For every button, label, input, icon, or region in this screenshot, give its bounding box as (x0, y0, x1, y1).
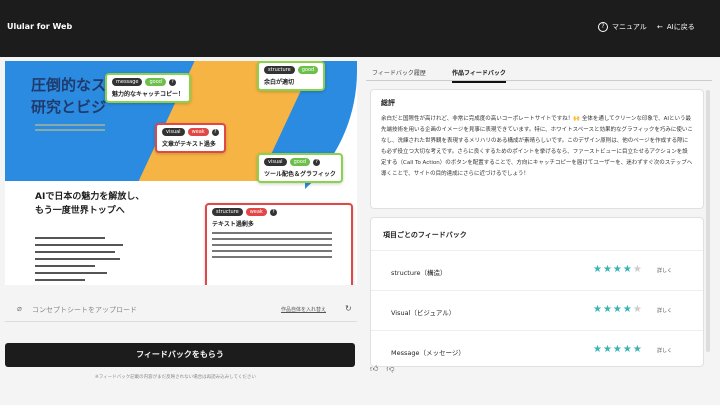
card-rating: weak (245, 208, 267, 216)
row-name: Message（メッセージ） (391, 349, 465, 357)
replace-work-link[interactable]: 作品自体を入れ替え (281, 306, 326, 313)
help-icon: ? (269, 208, 277, 216)
summary-card: 総評 余白だと国際性が高けれど、非常に完成度の高いコーポレートサイトですね！🙌 … (370, 89, 704, 209)
top-bar: Ulular for Web ? マニュアル ← AIに戻る (0, 0, 720, 57)
card-text: テキスト過剰多 (212, 221, 254, 228)
feedback-card[interactable]: visual weak? 文章がテキスト過多 (155, 123, 226, 153)
feedback-row[interactable]: Message（メッセージ） ★★★★★ 詳しく (371, 330, 703, 370)
summary-title: 総評 (381, 99, 395, 107)
thumbs-down-icon[interactable]: 👎︎ (386, 364, 394, 374)
preview-catchcopy: AIで日本の魅力を解放し、 もう一度世界トップへ (35, 192, 145, 216)
star-rating: ★★★★★ (593, 344, 643, 355)
help-icon: ? (168, 78, 176, 86)
refresh-icon[interactable]: ↻ (345, 304, 352, 313)
items-title: 項目ごとのフィードバック (383, 231, 467, 239)
footnote: ※フィードバック記載の内容がまだ反映されない場合は再読み込みしてください (95, 375, 256, 380)
preview-body-text (35, 237, 125, 285)
upload-placeholder: コンセプトシートをアップロード (32, 306, 137, 314)
detail-link[interactable]: 詳しく (657, 267, 672, 274)
back-label: AIに戻る (666, 23, 695, 31)
card-detail-lines (212, 232, 346, 258)
detail-link[interactable]: 詳しく (657, 307, 672, 314)
card-rating: good (289, 158, 311, 166)
feedback-card[interactable]: structure good 余白が適切 (257, 61, 326, 91)
rating-buttons: 👍︎ 👎︎ (370, 364, 395, 374)
design-preview: 圧倒的なス 研究とビジ AIで日本の魅力を解放し、 もう一度世界トップへ mes… (5, 61, 357, 285)
app-title: Ulular for Web (7, 22, 73, 31)
paperclip-icon: ⌀ (17, 304, 22, 313)
card-tag: visual (162, 128, 185, 136)
help-icon: ? (313, 158, 321, 166)
star-rating: ★★★★★ (593, 304, 643, 315)
card-text: 余白が適切 (264, 79, 295, 86)
card-tag: structure (264, 66, 295, 74)
tab-history[interactable]: フィードバック履歴 (372, 68, 426, 77)
card-tag: structure (212, 208, 243, 216)
preview-hero-sublines (35, 124, 115, 136)
question-icon: ? (598, 22, 608, 32)
help-icon: ? (211, 128, 219, 136)
card-tag: message (112, 78, 143, 86)
card-tag: visual (264, 158, 287, 166)
feedback-card[interactable]: visual good? ツール配色＆グラフィック (257, 153, 343, 183)
card-rating: weak (187, 128, 209, 136)
arrow-left-icon: ← (657, 23, 663, 31)
star-rating: ★★★★★ (593, 264, 643, 275)
card-rating: good (145, 78, 166, 86)
card-text: 文章がテキスト過多 (162, 141, 216, 148)
feedback-row[interactable]: structure（構造） ★★★★★ 詳しく (371, 250, 703, 290)
feedback-card[interactable]: message good? 魅力的なキャッチコピー！ (105, 73, 192, 103)
tab-work-feedback[interactable]: 作品フィードバック (452, 68, 506, 83)
scrollbar[interactable] (706, 90, 710, 352)
manual-label: マニュアル (612, 23, 647, 31)
summary-text: 余白だと国際性が高けれど、非常に完成度の高いコーポレートサイトですね！🙌 全体を… (381, 116, 693, 177)
get-feedback-button[interactable]: フィードバックをもらう (5, 343, 355, 367)
back-to-ai-link[interactable]: ← AIに戻る (657, 22, 695, 32)
card-text: ツール配色＆グラフィック (264, 171, 336, 178)
tab-bar: フィードバック履歴 作品フィードバック (366, 65, 712, 83)
detail-link[interactable]: 詳しく (657, 347, 672, 354)
thumbs-up-icon[interactable]: 👍︎ (370, 364, 378, 374)
feedback-panel: フィードバック履歴 作品フィードバック 総評 余白だと国際性が高けれど、非常に完… (366, 57, 712, 367)
feedback-row[interactable]: Visual（ビジュアル） ★★★★★ 詳しく (371, 290, 703, 330)
item-feedback-card: 項目ごとのフィードバック structure（構造） ★★★★★ 詳しく Vis… (370, 217, 704, 367)
card-text: 魅力的なキャッチコピー！ (112, 91, 185, 98)
row-name: Visual（ビジュアル） (391, 309, 456, 317)
row-name: structure（構造） (391, 269, 447, 277)
card-rating: good (297, 66, 319, 74)
feedback-card[interactable]: structure weak? テキスト過剰多 (205, 203, 353, 285)
upload-area[interactable]: ⌀ コンセプトシートをアップロード 作品自体を入れ替え ↻ (5, 296, 357, 322)
manual-link[interactable]: ? マニュアル (598, 22, 647, 32)
